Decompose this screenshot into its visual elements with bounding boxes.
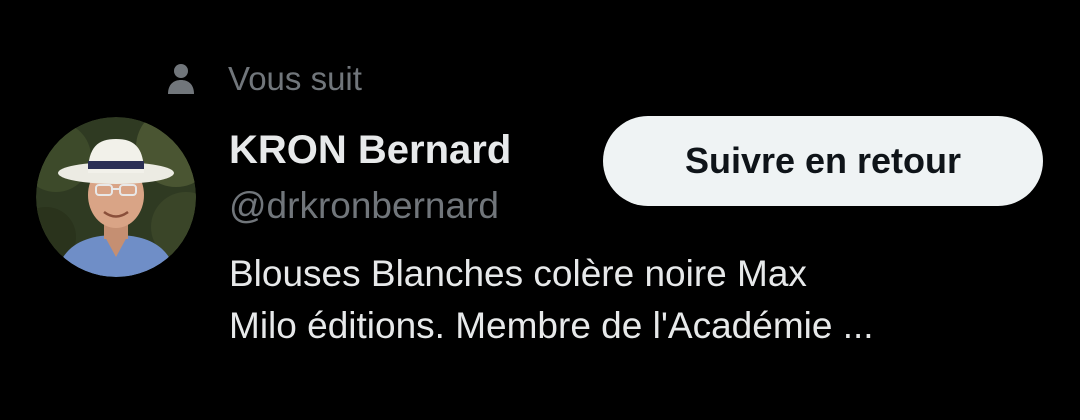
follow-back-button[interactable]: Suivre en retour	[603, 116, 1043, 206]
user-name[interactable]: KRON Bernard	[229, 124, 511, 176]
avatar[interactable]	[36, 117, 196, 277]
person-icon	[164, 62, 198, 96]
bio-line: Blouses Blanches colère noire Max	[229, 253, 807, 294]
user-handle[interactable]: @drkronbernard	[229, 180, 499, 232]
user-bio: Blouses Blanches colère noire Max Milo é…	[229, 248, 1049, 352]
follows-you-context: Vous suit	[164, 56, 362, 102]
follows-you-label: Vous suit	[228, 60, 362, 97]
bio-line: Milo éditions. Membre de l'Académie ...	[229, 305, 874, 346]
